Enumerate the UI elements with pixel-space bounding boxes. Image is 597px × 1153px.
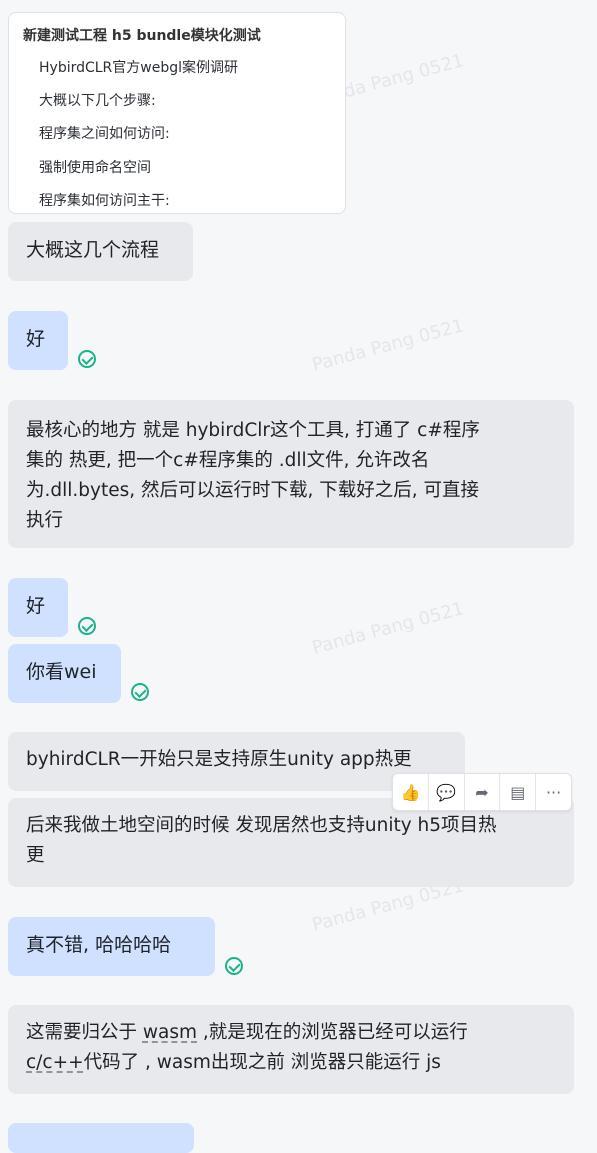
message-text: 这需要归公于 xyxy=(26,1022,143,1043)
message-bubble[interactable]: 好 xyxy=(8,578,68,637)
more-icon[interactable]: ··· xyxy=(536,774,571,810)
watermark: Panda Pang 0521 xyxy=(309,598,467,659)
ref-icon[interactable]: ▤ xyxy=(500,774,537,810)
message-text-line: 执行 xyxy=(26,510,64,531)
comment-icon[interactable]: 💬 xyxy=(429,774,465,810)
quote-card[interactable]: 新建测试工程 h5 bundle模块化测试 HybirdCLR官方webgl案例… xyxy=(8,12,346,214)
message-text: byhirdCLR一开始只是支持原生unity app热更 xyxy=(26,749,412,770)
message-text: ,就是现在的浏览器已经可以运行 xyxy=(197,1022,468,1043)
quote-card-line: HybirdCLR官方webgl案例调研 xyxy=(39,60,239,76)
message-text: wasm xyxy=(142,1022,198,1043)
forward-icon[interactable]: ➦ xyxy=(465,774,501,810)
message-bubble[interactable]: 大概这几个流程 xyxy=(8,222,193,281)
message-text: 好 xyxy=(26,328,46,350)
message-bubble[interactable]: 这需要归公于 wasm ,就是现在的浏览器已经可以运行 c/c++代码了 , w… xyxy=(8,1005,574,1094)
message-text: 你看wei xyxy=(26,661,97,683)
message-action-toolbar: 👍 💬 ➦ ▤ ··· xyxy=(392,773,572,811)
message-text-line: 最核心的地方 就是 hybirdClr这个工具, 打通了 c#程序 xyxy=(26,420,480,441)
quote-card-line: 程序集如何访问主干: xyxy=(39,193,170,209)
message-text-line: 后来我做土地空间的时候 发现居然也支持unity h5项目热 xyxy=(26,815,497,836)
quote-card-line: 大概以下几个步骤: xyxy=(39,93,156,109)
message-bubble[interactable]: 真不错, 哈哈哈哈 xyxy=(8,917,215,976)
message-text-line: c/c++代码了 , wasm出现之前 浏览器只能运行 js xyxy=(26,1048,556,1078)
thumbs-up-icon[interactable]: 👍 xyxy=(393,774,429,810)
message-text: 大概这几个流程 xyxy=(26,239,160,261)
message-text-line: 更 xyxy=(26,845,45,866)
message-text-line: 这需要归公于 wasm ,就是现在的浏览器已经可以运行 xyxy=(26,1018,556,1048)
quote-card-line: 强制使用命名空间 xyxy=(39,160,151,176)
message-text: 真不错, 哈哈哈哈 xyxy=(26,934,172,956)
message-bubble[interactable]: 后来我做土地空间的时候 发现居然也支持unity h5项目热 更 xyxy=(8,798,574,887)
read-check-icon xyxy=(78,617,96,635)
read-check-icon xyxy=(78,350,96,368)
message-text-line: 集的 热更, 把一个c#程序集的 .dll文件, 允许改名 xyxy=(26,450,430,471)
message-text: 代码了 , wasm出现之前 浏览器只能运行 js xyxy=(83,1052,441,1073)
message-text-line: 为.dll.bytes, 然后可以运行时下载, 下载好之后, 可直接 xyxy=(26,480,480,501)
watermark: Panda Pang 0521 xyxy=(309,315,467,376)
message-text: 好 xyxy=(26,595,46,617)
read-check-icon xyxy=(131,683,149,701)
message-text: c/c++ xyxy=(26,1052,84,1073)
quote-card-line: 程序集之间如何访问: xyxy=(39,126,170,142)
message-bubble[interactable]: 最核心的地方 就是 hybirdClr这个工具, 打通了 c#程序 集的 热更,… xyxy=(8,400,574,548)
message-bubble[interactable]: 好 xyxy=(8,311,68,370)
quote-card-title: 新建测试工程 h5 bundle模块化测试 xyxy=(23,28,261,44)
message-bubble[interactable] xyxy=(8,1123,194,1153)
message-bubble[interactable]: 你看wei xyxy=(8,644,121,703)
read-check-icon xyxy=(225,957,243,975)
